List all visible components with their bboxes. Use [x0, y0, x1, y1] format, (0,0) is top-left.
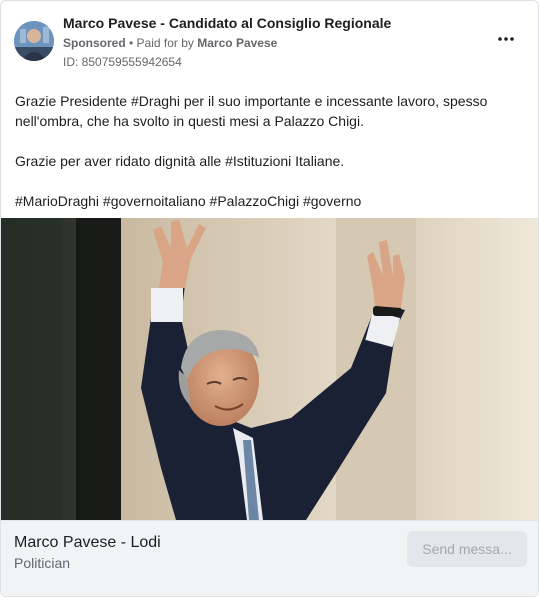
- footer-category: Politician: [14, 555, 71, 571]
- cta-footer: Marco Pavese - Lodi Politician Send mess…: [1, 520, 538, 596]
- post-image[interactable]: [1, 218, 538, 520]
- page-name[interactable]: Marco Pavese - Candidato al Consiglio Re…: [63, 15, 391, 31]
- post-paragraph: Grazie Presidente #Draghi per il suo imp…: [15, 93, 488, 129]
- avatar[interactable]: [14, 21, 54, 61]
- more-horizontal-icon: [498, 37, 514, 41]
- separator: •: [125, 36, 137, 50]
- ad-id: ID: 850759555942654: [63, 55, 182, 69]
- sponsored-label: Sponsored: [63, 36, 126, 50]
- post-photo: [1, 218, 538, 520]
- more-options-button[interactable]: [496, 29, 516, 49]
- avatar-image: [14, 21, 54, 61]
- paid-for-label: Paid for by: [136, 36, 194, 50]
- footer-page-name[interactable]: Marco Pavese - Lodi: [14, 534, 161, 552]
- post-hashtags: #MarioDraghi #governoitaliano #PalazzoCh…: [15, 193, 362, 209]
- advertiser-name[interactable]: Marco Pavese: [197, 36, 277, 50]
- post-text: Grazie Presidente #Draghi per il suo imp…: [15, 91, 530, 231]
- ad-card: Marco Pavese - Candidato al Consiglio Re…: [0, 0, 539, 597]
- post-paragraph: Grazie per aver ridato dignità alle #Ist…: [15, 153, 345, 169]
- send-message-button[interactable]: Send messa...: [407, 531, 527, 567]
- sponsored-line: Sponsored • Paid for by Marco Pavese: [63, 36, 277, 50]
- post-header: Marco Pavese - Candidato al Consiglio Re…: [1, 1, 538, 81]
